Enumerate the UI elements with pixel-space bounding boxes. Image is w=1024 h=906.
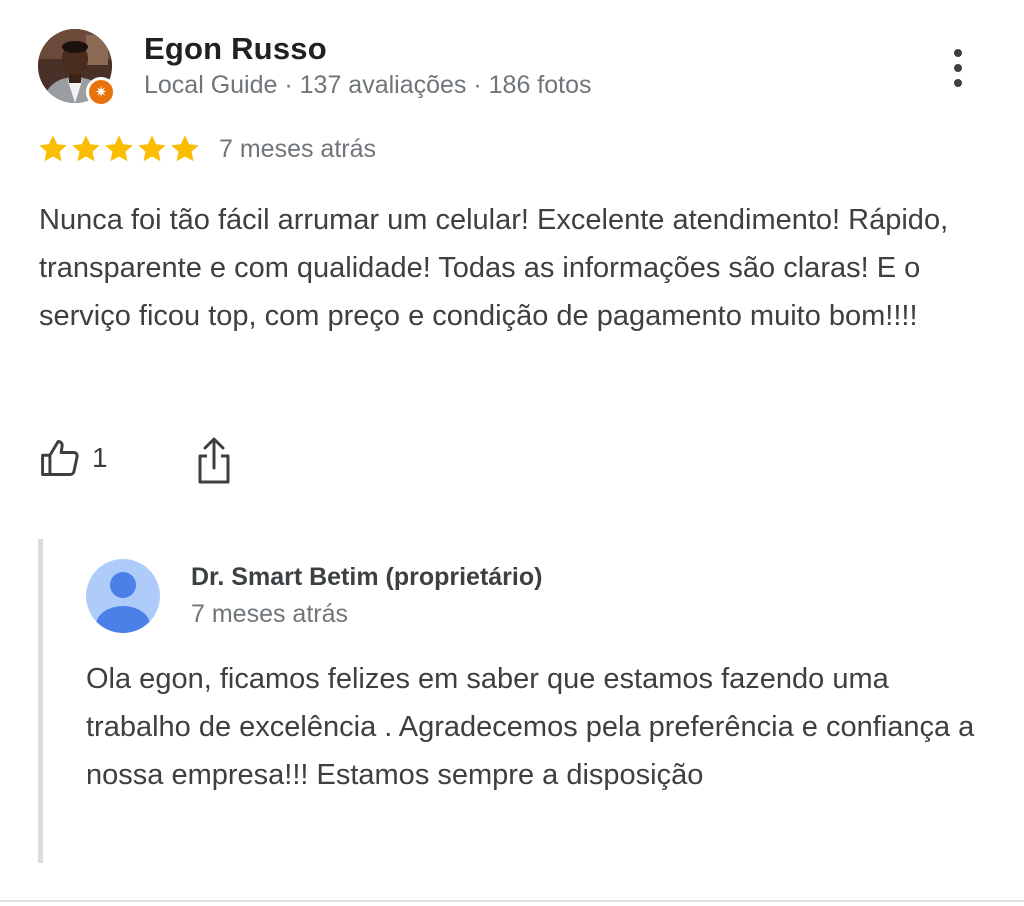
person-icon — [96, 572, 150, 633]
review-card: ✷ Egon Russo Local Guide · 137 avaliaçõe… — [0, 0, 1024, 906]
divider — [0, 900, 1024, 902]
star-rating — [37, 133, 201, 165]
owner-reply-date: 7 meses atrás — [191, 600, 349, 628]
more-vert-icon-dot — [954, 79, 962, 87]
owner-avatar — [86, 559, 160, 633]
star-icon — [105, 135, 133, 162]
thumbs-up-icon — [41, 440, 79, 476]
owner-reply-text: Ola egon, ficamos felizes em saber que e… — [86, 663, 975, 791]
owner-reply: Dr. Smart Betim (proprietário) 7 meses a… — [38, 539, 1003, 863]
star-icon — [39, 135, 67, 162]
local-guide-badge-icon: ✷ — [86, 77, 116, 107]
review-text: Nunca foi tão fácil arrumar um celular! … — [39, 204, 949, 332]
more-options-button[interactable] — [936, 40, 980, 96]
star-icon — [138, 135, 166, 162]
reviewer-name[interactable]: Egon Russo — [144, 31, 327, 67]
reviewer-avatar[interactable]: ✷ — [38, 29, 116, 107]
more-vert-icon-dot — [954, 64, 962, 72]
share-button[interactable] — [194, 436, 234, 486]
like-button[interactable]: 1 — [38, 436, 108, 480]
star-icon — [171, 135, 199, 162]
owner-name: Dr. Smart Betim (proprietário) — [191, 563, 543, 591]
star-icon — [72, 135, 100, 162]
like-count: 1 — [92, 442, 108, 473]
review-date: 7 meses atrás — [219, 135, 377, 163]
reviewer-meta: Local Guide · 137 avaliações · 186 fotos — [144, 71, 592, 99]
share-icon — [198, 437, 230, 484]
more-vert-icon-dot — [954, 49, 962, 57]
